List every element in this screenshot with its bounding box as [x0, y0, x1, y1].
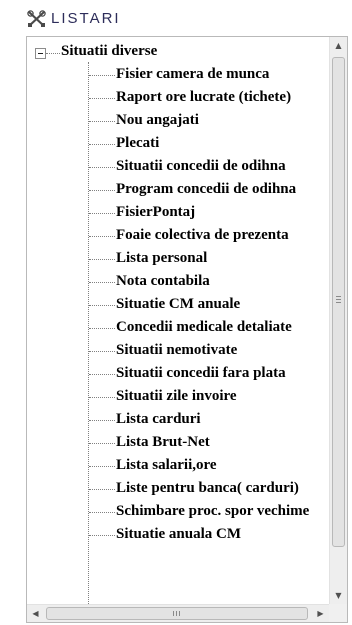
arrow-down-icon: ▼ — [335, 591, 342, 600]
tree-view-frame: Situatii diverse Fisier camera de munca R… — [26, 36, 348, 623]
tree-item-label[interactable]: Concedii medicale detaliate — [116, 319, 292, 336]
tree-item-label[interactable]: Situatie anuala CM — [116, 526, 241, 543]
tree-item[interactable]: Program concedii de odihna — [27, 179, 329, 202]
scroll-up-button[interactable]: ▲ — [330, 37, 347, 54]
tree-item[interactable]: Lista personal — [27, 248, 329, 271]
tree-item-label[interactable]: Nota contabila — [116, 273, 210, 290]
tree-connector — [46, 53, 60, 54]
tree-item[interactable]: Situatie CM anuale — [27, 294, 329, 317]
scroll-right-button[interactable]: ▶ — [312, 605, 329, 622]
tree-item-label[interactable]: Raport ore lucrate (tichete) — [116, 89, 291, 106]
scrollbar-corner — [329, 604, 347, 622]
tree-item-label[interactable]: Liste pentru banca( carduri) — [116, 480, 299, 497]
tree-item[interactable]: Plecati — [27, 133, 329, 156]
tree-root-node[interactable]: Situatii diverse — [27, 41, 329, 62]
tree-item-label[interactable]: Foaie colectiva de prezenta — [116, 227, 289, 244]
vertical-scrollbar[interactable]: ▲ ▼ — [329, 37, 347, 604]
tree-item[interactable]: Lista carduri — [27, 409, 329, 432]
scroll-down-button[interactable]: ▼ — [330, 587, 347, 604]
tree-item-label[interactable]: Program concedii de odihna — [116, 181, 296, 198]
tree-item[interactable]: Nota contabila — [27, 271, 329, 294]
tree-root-label[interactable]: Situatii diverse — [61, 43, 157, 60]
tree-item-label[interactable]: Lista salarii,ore — [116, 457, 217, 474]
tree-item[interactable]: Situatii nemotivate — [27, 340, 329, 363]
tree-item[interactable]: Lista Brut-Net — [27, 432, 329, 455]
collapse-toggle-icon[interactable] — [35, 48, 46, 59]
tree-item-label[interactable]: FisierPontaj — [116, 204, 195, 221]
panel-title: LISTARI — [51, 10, 121, 27]
tree-item[interactable]: Situatie anuala CM — [27, 524, 329, 547]
tree-item-label[interactable]: Lista Brut-Net — [116, 434, 210, 451]
vertical-scroll-thumb[interactable] — [332, 57, 345, 547]
tree-item-label[interactable]: Situatii zile invoire — [116, 388, 237, 405]
tree-item[interactable]: Foaie colectiva de prezenta — [27, 225, 329, 248]
horizontal-scrollbar[interactable]: ◀ ▶ — [27, 604, 329, 622]
tree-item-label[interactable]: Lista personal — [116, 250, 207, 267]
tree-item-label[interactable]: Plecati — [116, 135, 159, 152]
tree-item-label[interactable]: Situatii nemotivate — [116, 342, 237, 359]
tree-item-label[interactable]: Fisier camera de munca — [116, 66, 269, 83]
arrow-right-icon: ▶ — [317, 609, 324, 618]
tree-item-label[interactable]: Situatii concedii de odihna — [116, 158, 286, 175]
tree-item-label[interactable]: Situatie CM anuale — [116, 296, 240, 313]
tree-items: Fisier camera de munca Raport ore lucrate… — [27, 64, 329, 547]
tree-item[interactable]: Situatii concedii fara plata — [27, 363, 329, 386]
tree-item[interactable]: Nou angajati — [27, 110, 329, 133]
tree-item-label[interactable]: Schimbare proc. spor vechime — [116, 503, 309, 520]
tree-item[interactable]: Fisier camera de munca — [27, 64, 329, 87]
tree-item-label[interactable]: Lista carduri — [116, 411, 201, 428]
tree-item[interactable]: Lista salarii,ore — [27, 455, 329, 478]
tree-item[interactable]: Raport ore lucrate (tichete) — [27, 87, 329, 110]
tools-cross-icon — [27, 10, 47, 28]
arrow-up-icon: ▲ — [335, 41, 342, 50]
tree-item[interactable]: Situatii concedii de odihna — [27, 156, 329, 179]
tree-item-label[interactable]: Situatii concedii fara plata — [116, 365, 286, 382]
arrow-left-icon: ◀ — [32, 609, 39, 618]
tree-item-label[interactable]: Nou angajati — [116, 112, 199, 129]
horizontal-scroll-thumb[interactable] — [46, 607, 308, 620]
scroll-left-button[interactable]: ◀ — [27, 605, 44, 622]
tree-view: Situatii diverse Fisier camera de munca R… — [27, 37, 329, 604]
tree-item[interactable]: Concedii medicale detaliate — [27, 317, 329, 340]
tree-item[interactable]: Situatii zile invoire — [27, 386, 329, 409]
grip-icon — [336, 296, 341, 303]
tree-item[interactable]: Schimbare proc. spor vechime — [27, 501, 329, 524]
tree-item[interactable]: Liste pentru banca( carduri) — [27, 478, 329, 501]
tree-item[interactable]: FisierPontaj — [27, 202, 329, 225]
grip-icon — [173, 611, 180, 616]
panel-header: LISTARI — [0, 0, 352, 36]
